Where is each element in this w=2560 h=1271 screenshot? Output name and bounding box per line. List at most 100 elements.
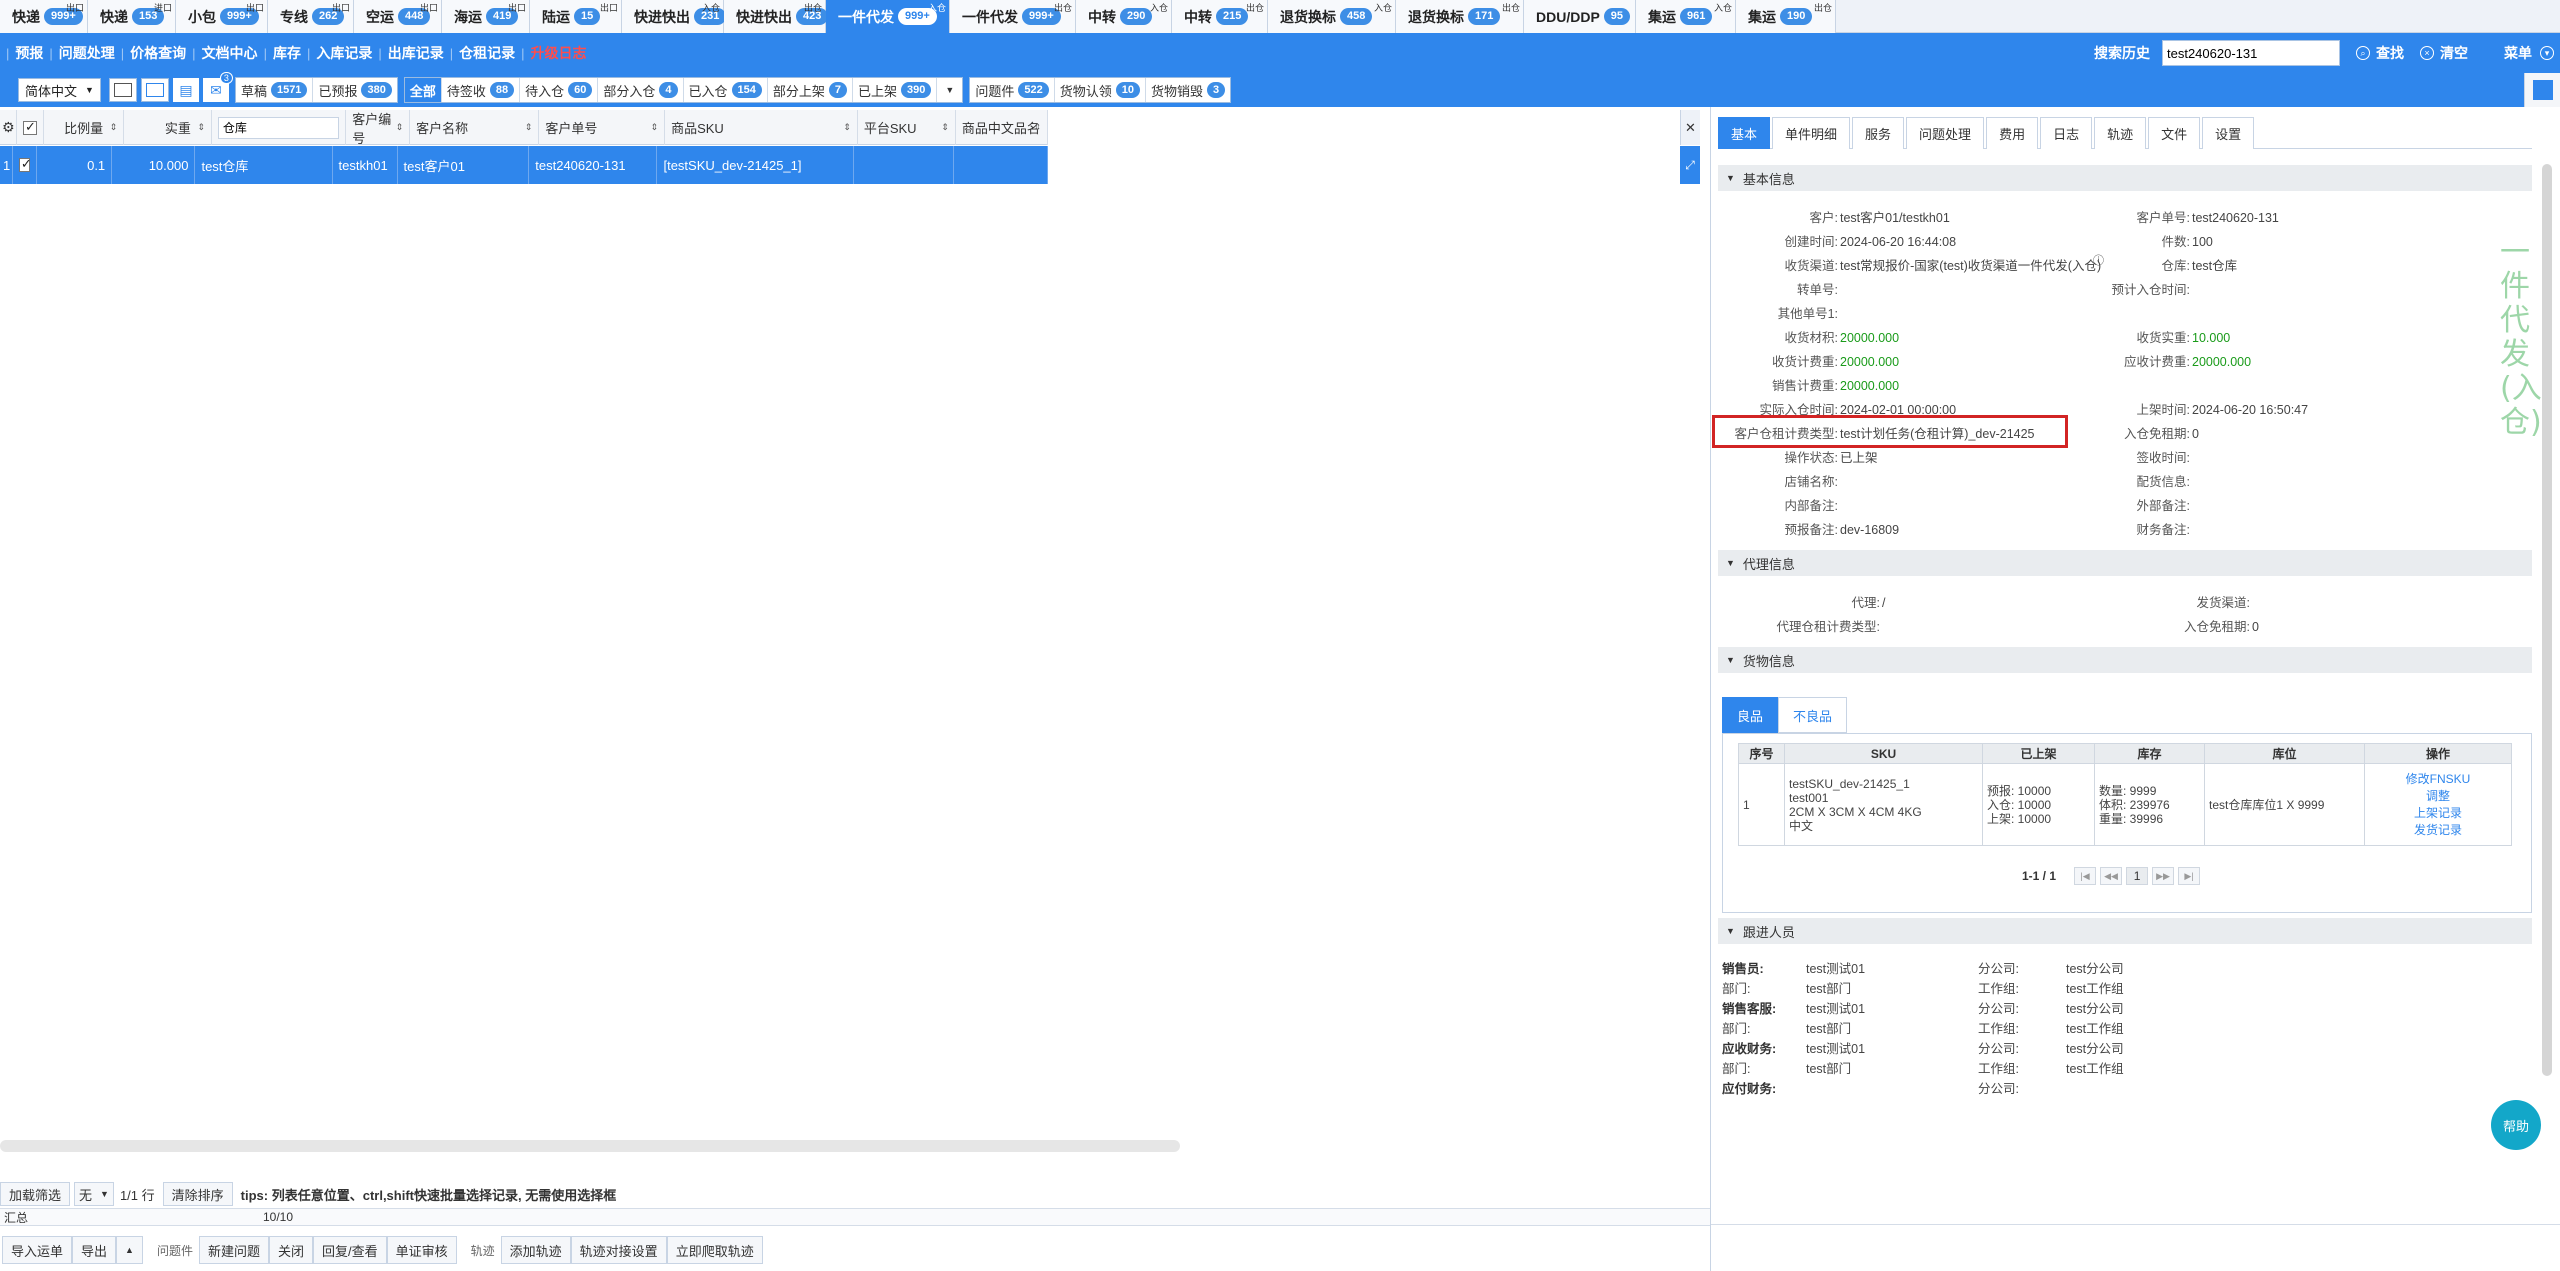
module-tab[interactable]: 小包 999+ 出口 <box>176 0 268 33</box>
nav-item-problems[interactable]: 问题处理 <box>59 43 115 63</box>
module-tab[interactable]: 中转 215 出仓 <box>1172 0 1268 33</box>
module-tab[interactable]: 一件代发 999+ 入仓 <box>826 0 950 33</box>
panel-toggle[interactable] <box>2524 73 2560 107</box>
section-staff[interactable]: ▼ 跟进人员 <box>1718 918 2532 944</box>
horizontal-scrollbar[interactable] <box>0 1140 1180 1152</box>
edit-fnsku-link[interactable]: 修改FNSKU <box>2369 772 2507 786</box>
detail-tab[interactable]: 轨迹 <box>2094 117 2147 149</box>
detail-tab[interactable]: 文件 <box>2148 117 2201 149</box>
nav-item-docs[interactable]: 文档中心 <box>202 43 258 63</box>
clear-sort-button[interactable]: 清除排序 <box>162 1182 233 1206</box>
module-tab[interactable]: 空运 448 出口 <box>354 0 442 33</box>
col-weight[interactable]: 实重 ⇕ <box>124 110 212 145</box>
module-tab[interactable]: 快递 153 进口 <box>88 0 176 33</box>
module-tab[interactable]: DDU/DDP 95 <box>1524 0 1636 33</box>
reply-button[interactable]: 回复/查看 <box>313 1236 387 1264</box>
detail-tab[interactable]: 单件明细 <box>1772 117 1851 149</box>
nav-item-inventory[interactable]: 库存 <box>273 43 301 63</box>
close-problem-button[interactable]: 关闭 <box>268 1236 313 1264</box>
status-filter[interactable]: 货物认领 10 <box>1055 78 1146 102</box>
status-filter-all[interactable]: 全部 <box>404 78 442 102</box>
col-cust-order[interactable]: 客户单号 ⇕ <box>539 110 666 145</box>
info-icon[interactable]: ⓘ <box>2093 252 2104 268</box>
tab-defective[interactable]: 不良品 <box>1778 697 1848 733</box>
detail-tab[interactable]: 服务 <box>1852 117 1905 149</box>
status-filter[interactable]: 已预报 380 <box>313 78 396 102</box>
status-filter[interactable]: 已入仓 154 <box>684 78 768 102</box>
vertical-scrollbar[interactable] <box>2542 164 2552 1076</box>
status-filter[interactable]: 部分入仓 4 <box>598 78 684 102</box>
col-warehouse[interactable] <box>212 110 347 145</box>
module-tab[interactable]: 退货换标 458 入仓 <box>1268 0 1396 33</box>
nav-item-rent[interactable]: 仓租记录 <box>459 43 515 63</box>
module-tab[interactable]: 快进快出 423 出仓 <box>724 0 829 33</box>
search-history-link[interactable]: 搜索历史 <box>2094 43 2150 63</box>
nav-item-outbound[interactable]: 出库记录 <box>388 43 444 63</box>
close-detail-button[interactable]: ✕ <box>1680 110 1700 145</box>
nav-item-forecast[interactable]: 预报 <box>15 43 43 63</box>
row-checkbox[interactable] <box>13 146 37 184</box>
col-cust-no[interactable]: 客户编号 ⇕ <box>346 110 411 146</box>
search-button[interactable]: 查找 <box>2376 43 2404 63</box>
grid-settings[interactable]: ⚙ <box>0 110 17 145</box>
select-all-checkbox[interactable] <box>17 110 44 145</box>
shelf-record-link[interactable]: 上架记录 <box>2369 806 2507 820</box>
section-agent[interactable]: ▼ 代理信息 <box>1718 550 2532 576</box>
next-page-button[interactable]: ▶▶ <box>2152 867 2175 885</box>
module-tab[interactable]: 一件代发 999+ 出仓 <box>950 0 1076 33</box>
status-more-dropdown[interactable]: ▼ <box>937 78 962 102</box>
module-tab[interactable]: 陆运 15 出口 <box>530 0 622 33</box>
warehouse-filter-input[interactable] <box>217 116 340 139</box>
status-filter[interactable]: 部分上架 7 <box>768 78 854 102</box>
status-filter[interactable]: 待签收 88 <box>442 78 521 102</box>
detail-tab[interactable]: 日志 <box>2040 117 2093 149</box>
status-filter[interactable]: 草稿 1571 <box>236 78 314 102</box>
export-button[interactable]: 导出 <box>72 1236 117 1264</box>
table-row[interactable]: 1 0.1 10.000 test仓库 testkh01 test客户01 te… <box>0 146 1048 184</box>
module-tab[interactable]: 快进快出 231 入仓 <box>622 0 727 33</box>
detail-tab[interactable]: 设置 <box>2202 117 2255 149</box>
module-tab[interactable]: 中转 290 入仓 <box>1076 0 1172 33</box>
add-track-button[interactable]: 添加轨迹 <box>500 1236 571 1264</box>
prev-page-button[interactable]: ◀◀ <box>2100 867 2123 885</box>
layout-split-toggle[interactable] <box>108 78 137 102</box>
detail-tab[interactable]: 基本 <box>1718 117 1771 149</box>
module-tab[interactable]: 退货换标 171 出仓 <box>1396 0 1524 33</box>
clear-button[interactable]: 清空 <box>2440 43 2468 63</box>
adjust-link[interactable]: 调整 <box>2369 789 2507 803</box>
col-cust-name[interactable]: 客户名称 ⇕ <box>410 110 540 145</box>
search-input[interactable] <box>2162 40 2340 66</box>
menu-button[interactable]: 菜单 <box>2504 43 2532 63</box>
module-tab[interactable]: 海运 419 出口 <box>442 0 530 33</box>
section-basic[interactable]: ▼ 基本信息 <box>1718 165 2532 191</box>
section-goods[interactable]: ▼ 货物信息 <box>1718 647 2532 673</box>
module-tab[interactable]: 专线 262 出口 <box>268 0 354 33</box>
status-filter[interactable]: 已上架 390 <box>853 78 938 102</box>
first-page-button[interactable]: |◀ <box>2074 867 2097 885</box>
module-tab[interactable]: 集运 190 出仓 <box>1736 0 1836 33</box>
status-filter[interactable]: 货物销毁 3 <box>1146 78 1230 102</box>
layout-full-toggle[interactable] <box>140 78 169 102</box>
nav-item-inbound[interactable]: 入库记录 <box>316 43 372 63</box>
current-page[interactable]: 1 <box>2126 867 2149 885</box>
col-platform-sku[interactable]: 平台SKU ⇕ <box>858 110 956 145</box>
tab-good[interactable]: 良品 <box>1722 697 1779 733</box>
fetch-track-button[interactable]: 立即爬取轨迹 <box>666 1236 763 1264</box>
module-tab[interactable]: 快递 999+ 出口 <box>0 0 88 33</box>
new-problem-button[interactable]: 新建问题 <box>198 1236 269 1264</box>
chevron-down-icon[interactable]: ▾ <box>2540 46 2554 60</box>
audit-button[interactable]: 单证审核 <box>386 1236 457 1264</box>
detail-tab[interactable]: 费用 <box>1986 117 2039 149</box>
track-setting-button[interactable]: 轨迹对接设置 <box>570 1236 667 1264</box>
last-page-button[interactable]: ▶| <box>2178 867 2201 885</box>
import-button[interactable]: 导入运单 <box>2 1236 73 1264</box>
mail-button[interactable]: ✉ 3 <box>202 72 233 102</box>
filter-preset-select[interactable]: 无 ▼ <box>74 1182 114 1206</box>
col-sku[interactable]: 商品SKU ⇕ <box>665 110 858 145</box>
print-button[interactable]: ▤ <box>172 78 199 102</box>
module-tab[interactable]: 集运 961 入仓 <box>1636 0 1736 33</box>
status-filter[interactable]: 问题件 522 <box>970 78 1055 102</box>
col-cn-name[interactable]: 商品中文品名 ⇕ <box>956 110 1048 145</box>
status-filter[interactable]: 待入仓 60 <box>520 78 599 102</box>
expand-button[interactable]: ⤢ <box>1680 146 1700 184</box>
